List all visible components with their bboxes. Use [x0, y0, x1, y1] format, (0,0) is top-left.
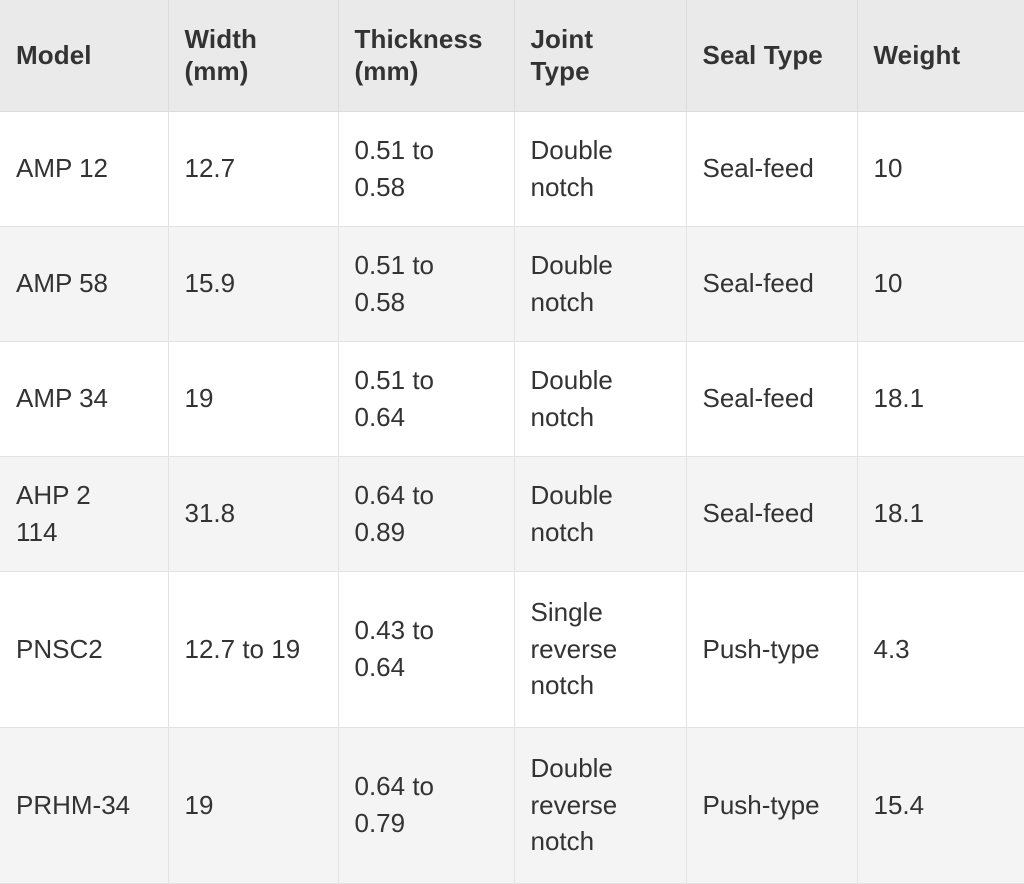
table-row: AMP 34 19 0.51 to 0.64 Double notch Seal… — [0, 341, 1024, 457]
column-header-model: Model — [0, 0, 169, 112]
table-header: Model Width (mm) Thickness (mm) Joint Ty… — [0, 0, 1024, 112]
column-header-weight: Weight — [857, 0, 1024, 112]
cell-seal-type: Seal-feed — [686, 111, 858, 227]
cell-model: PRHM-34 — [0, 727, 169, 884]
cell-joint-type: Double reverse notch — [514, 727, 687, 884]
table-body: AMP 12 12.7 0.51 to 0.58 Double notch Se… — [0, 111, 1024, 884]
cell-model: AMP 58 — [0, 226, 169, 342]
cell-model: PNSC2 — [0, 571, 169, 728]
cell-weight: 18.1 — [857, 456, 1024, 572]
cell-seal-type: Seal-feed — [686, 341, 858, 457]
cell-model: AMP 34 — [0, 341, 169, 457]
cell-weight: 10 — [857, 111, 1024, 227]
column-header-joint-type: Joint Type — [514, 0, 687, 112]
cell-weight: 15.4 — [857, 727, 1024, 884]
cell-weight: 10 — [857, 226, 1024, 342]
cell-joint-type: Double notch — [514, 456, 687, 572]
cell-seal-type: Push-type — [686, 571, 858, 728]
specifications-table: Model Width (mm) Thickness (mm) Joint Ty… — [0, 0, 1024, 884]
cell-thickness: 0.51 to 0.64 — [338, 341, 515, 457]
cell-thickness: 0.64 to 0.89 — [338, 456, 515, 572]
cell-thickness: 0.51 to 0.58 — [338, 111, 515, 227]
table-row: AMP 58 15.9 0.51 to 0.58 Double notch Se… — [0, 226, 1024, 342]
cell-model: AHP 2 114 — [0, 456, 169, 572]
cell-width: 12.7 — [168, 111, 339, 227]
cell-joint-type: Single reverse notch — [514, 571, 687, 728]
cell-width: 15.9 — [168, 226, 339, 342]
cell-seal-type: Seal-feed — [686, 226, 858, 342]
cell-width: 12.7 to 19 — [168, 571, 339, 728]
cell-seal-type: Push-type — [686, 727, 858, 884]
cell-weight: 18.1 — [857, 341, 1024, 457]
cell-seal-type: Seal-feed — [686, 456, 858, 572]
cell-width: 19 — [168, 341, 339, 457]
cell-joint-type: Double notch — [514, 111, 687, 227]
table-header-row: Model Width (mm) Thickness (mm) Joint Ty… — [0, 0, 1024, 112]
cell-weight: 4.3 — [857, 571, 1024, 728]
column-header-width: Width (mm) — [168, 0, 339, 112]
cell-model: AMP 12 — [0, 111, 169, 227]
cell-thickness: 0.43 to 0.64 — [338, 571, 515, 728]
table-row: AHP 2 114 31.8 0.64 to 0.89 Double notch… — [0, 456, 1024, 572]
table-row: AMP 12 12.7 0.51 to 0.58 Double notch Se… — [0, 111, 1024, 227]
cell-joint-type: Double notch — [514, 226, 687, 342]
table-row: PNSC2 12.7 to 19 0.43 to 0.64 Single rev… — [0, 571, 1024, 728]
cell-thickness: 0.64 to 0.79 — [338, 727, 515, 884]
cell-width: 31.8 — [168, 456, 339, 572]
column-header-seal-type: Seal Type — [686, 0, 858, 112]
cell-joint-type: Double notch — [514, 341, 687, 457]
cell-thickness: 0.51 to 0.58 — [338, 226, 515, 342]
column-header-thickness: Thickness (mm) — [338, 0, 515, 112]
cell-width: 19 — [168, 727, 339, 884]
table-row: PRHM-34 19 0.64 to 0.79 Double reverse n… — [0, 727, 1024, 884]
